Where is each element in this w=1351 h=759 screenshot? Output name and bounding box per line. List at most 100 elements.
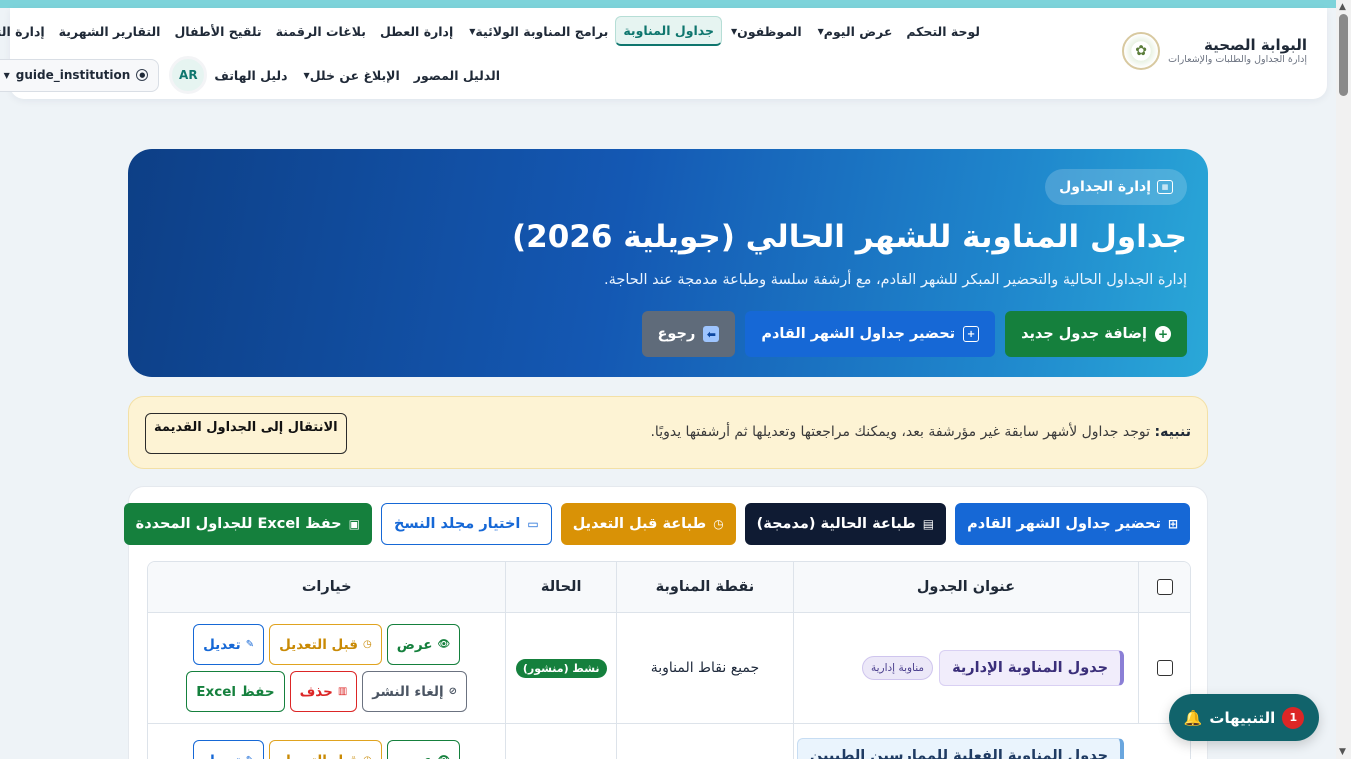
pencil-icon: ✎ <box>245 639 255 650</box>
nav-label: لوحة التحكم <box>906 23 980 39</box>
page-title: جداول المناوبة للشهر الحالي (جويلية 2026… <box>511 219 1187 255</box>
unarchived-warning: تنبيه: توجد جداول لأشهر سابقة غير مؤرشفة… <box>128 396 1208 469</box>
caret-down-icon: ▼ <box>731 26 738 36</box>
header-status: الحالة <box>505 562 616 612</box>
printer-icon: ▤ <box>922 517 935 531</box>
old-schedules-button[interactable]: الانتقال إلى الجداول القديمة <box>145 413 347 454</box>
scrollbar-thumb[interactable] <box>1339 14 1348 96</box>
nav-label: إدارة العطل <box>379 23 454 39</box>
nav-digitization-reports[interactable]: بلاغات الرقمنة <box>269 18 373 45</box>
warning-text: تنبيه: توجد جداول لأشهر سابقة غير مؤرشفة… <box>650 424 1191 440</box>
clock-icon: ◷ <box>363 755 372 759</box>
nav-provincial-programs[interactable]: برامج المناوبة الولائية ▼ <box>460 18 615 45</box>
brand-subtitle: إدارة الجداول والطلبات والإشعارات <box>1168 54 1307 65</box>
hero-actions: + إضافة جدول جديد + تحضير جداول الشهر ال… <box>641 311 1187 357</box>
schedule-title[interactable]: جدول المناوبة الإدارية <box>939 650 1125 686</box>
nav-today-view[interactable]: عرض اليوم ▼ <box>809 18 900 45</box>
brand[interactable]: البوابة الصحية إدارة الجداول والطلبات وا… <box>1122 32 1307 70</box>
button-label: تحضير جداول الشهر القادم <box>761 326 956 342</box>
trash-icon: ▥ <box>337 686 348 697</box>
nav-report-bug[interactable]: الإبلاغ عن خلل ▼ <box>295 62 407 89</box>
save-excel-button[interactable]: حفظ Excel <box>186 671 285 712</box>
nav-swap-management[interactable]: إدارة التبديلات <box>0 18 52 45</box>
nav-label: الإبلاغ عن خلل <box>309 67 400 83</box>
header-options: خيارات <box>301 579 352 595</box>
user-name: guide_institution <box>15 68 131 82</box>
nav-leave-management[interactable]: إدارة العطل <box>373 18 460 45</box>
caret-down-icon: ▼ <box>3 70 10 80</box>
arrow-left-icon: ⬅ <box>703 326 720 342</box>
status-cell: نشط (منشور) <box>505 613 616 723</box>
scroll-down-icon[interactable]: ▼ <box>1339 747 1346 757</box>
pencil-icon: ✎ <box>246 755 254 759</box>
prepare-next-month-button[interactable]: + تحضير جداول الشهر القادم <box>745 311 996 357</box>
eye-icon: 👁 <box>437 639 451 650</box>
nav-dashboard[interactable]: لوحة التحكم <box>899 18 987 45</box>
choose-backup-folder-button[interactable]: ▭ اختيار مجلد النسخ <box>380 503 552 545</box>
prepare-next-month-toolbar-button[interactable]: ⊞ تحضير جداول الشهر القادم <box>955 503 1190 545</box>
nav-monthly-reports[interactable]: التقارير الشهرية <box>52 18 168 45</box>
nav-employees[interactable]: الموظفون ▼ <box>722 18 809 45</box>
view-button[interactable]: 👁 عرض <box>386 624 461 665</box>
calendar-icon: ▦ <box>1157 180 1173 194</box>
caret-down-icon: ▼ <box>817 26 824 36</box>
nav-child-vaccination[interactable]: تلقيح الأطفال <box>167 18 268 45</box>
button-label: طباعة قبل التعديل <box>572 516 707 532</box>
top-accent-bar <box>0 0 1336 8</box>
user-icon: ● <box>136 69 149 81</box>
nav-illustrated-guide[interactable]: الدليل المصور <box>407 62 507 89</box>
bell-icon: 🔔 <box>1183 708 1203 727</box>
nav-label: إدارة التبديلات <box>0 23 45 39</box>
button-label: قبل التعديل <box>279 636 358 653</box>
add-schedule-button[interactable]: + إضافة جدول جديد <box>1005 311 1187 357</box>
unpublish-button[interactable]: ⊘ إلغاء النشر <box>362 671 468 712</box>
nav-phone-directory[interactable]: دليل الهاتف <box>207 62 294 89</box>
schedule-title[interactable]: جدول المناوبة الفعلية للممارسين الطبيين <box>796 738 1125 759</box>
schedules-card: ⊞ تحضير جداول الشهر القادم ▤ طباعة الحال… <box>123 486 1208 759</box>
notification-count-badge: 1 <box>1282 706 1305 729</box>
page-scrollbar[interactable]: ▲ ▼ <box>1336 0 1351 759</box>
button-label: تعديل <box>203 753 241 759</box>
select-all-checkbox[interactable] <box>1156 579 1173 595</box>
hero-badge-label: إدارة الجداول <box>1059 179 1151 195</box>
clock-icon: ◷ <box>362 639 372 650</box>
delete-button[interactable]: ▥ حذف <box>289 671 358 712</box>
options-cell: 👁 عرض ◷ قبل التعديل ✎ تعديل ⊘ إلغاء النشر ▥ ح… <box>148 613 505 723</box>
notifications-button[interactable]: 1 التنبيهات 🔔 <box>1169 694 1319 741</box>
schedules-table: عنوان الجدول نقطة المناوبة الحالة خيارات… <box>147 561 1191 759</box>
button-label: تحضير جداول الشهر القادم <box>967 516 1161 532</box>
edit-button[interactable]: ✎ تعديل <box>193 624 265 665</box>
status-badge: نشط (منشور) <box>515 658 607 678</box>
nav-label: الدليل المصور <box>413 67 500 83</box>
caret-down-icon: ▼ <box>469 26 476 36</box>
actions-row: 👁 عرض ◷ قبل التعديل ✎ تعديل <box>193 624 461 665</box>
button-label: عرض <box>397 753 433 759</box>
table-header: عنوان الجدول نقطة المناوبة الحالة خيارات <box>148 562 1190 613</box>
point-cell <box>616 724 793 759</box>
actions-row: 👁 عرض ◷ قبل التعديل ✎ تعديل <box>193 740 461 759</box>
clock-icon: ◷ <box>713 517 724 531</box>
view-button[interactable]: 👁 عرض <box>386 740 461 759</box>
back-button[interactable]: ⬅ رجوع <box>641 311 736 357</box>
title-cell: جدول المناوبة الفعلية للممارسين الطبيين <box>792 724 1138 759</box>
before-edit-button[interactable]: ◷ قبل التعديل <box>269 740 382 759</box>
nav-duty-schedules[interactable]: جداول المناوبة <box>615 16 722 46</box>
button-label: قبل التعديل <box>279 753 358 759</box>
print-current-button[interactable]: ▤ طباعة الحالية (مدمجة) <box>744 503 947 545</box>
warning-label: تنبيه: <box>1154 424 1192 440</box>
row-checkbox[interactable] <box>1156 660 1173 676</box>
avatar[interactable]: AR <box>169 56 208 94</box>
nav-label: التقارير الشهرية <box>58 23 161 39</box>
edit-button[interactable]: ✎ تعديل <box>193 740 265 759</box>
save-excel-selected-button[interactable]: ▣ حفظ Excel للجداول المحددة <box>123 503 372 545</box>
nav-label: عرض اليوم <box>823 23 893 39</box>
button-label: إضافة جدول جديد <box>1021 326 1147 342</box>
scroll-up-icon[interactable]: ▲ <box>1339 2 1346 12</box>
print-before-edit-button[interactable]: ◷ طباعة قبل التعديل <box>560 503 736 545</box>
calendar-plus-icon: + <box>963 326 980 342</box>
before-edit-button[interactable]: ◷ قبل التعديل <box>269 624 382 665</box>
user-menu-button[interactable]: ▼ guide_institution ● <box>0 58 160 92</box>
button-label: إلغاء النشر <box>372 683 444 700</box>
navbar: البوابة الصحية إدارة الجداول والطلبات وا… <box>0 8 1327 99</box>
nav-label: تلقيح الأطفال <box>174 23 262 39</box>
